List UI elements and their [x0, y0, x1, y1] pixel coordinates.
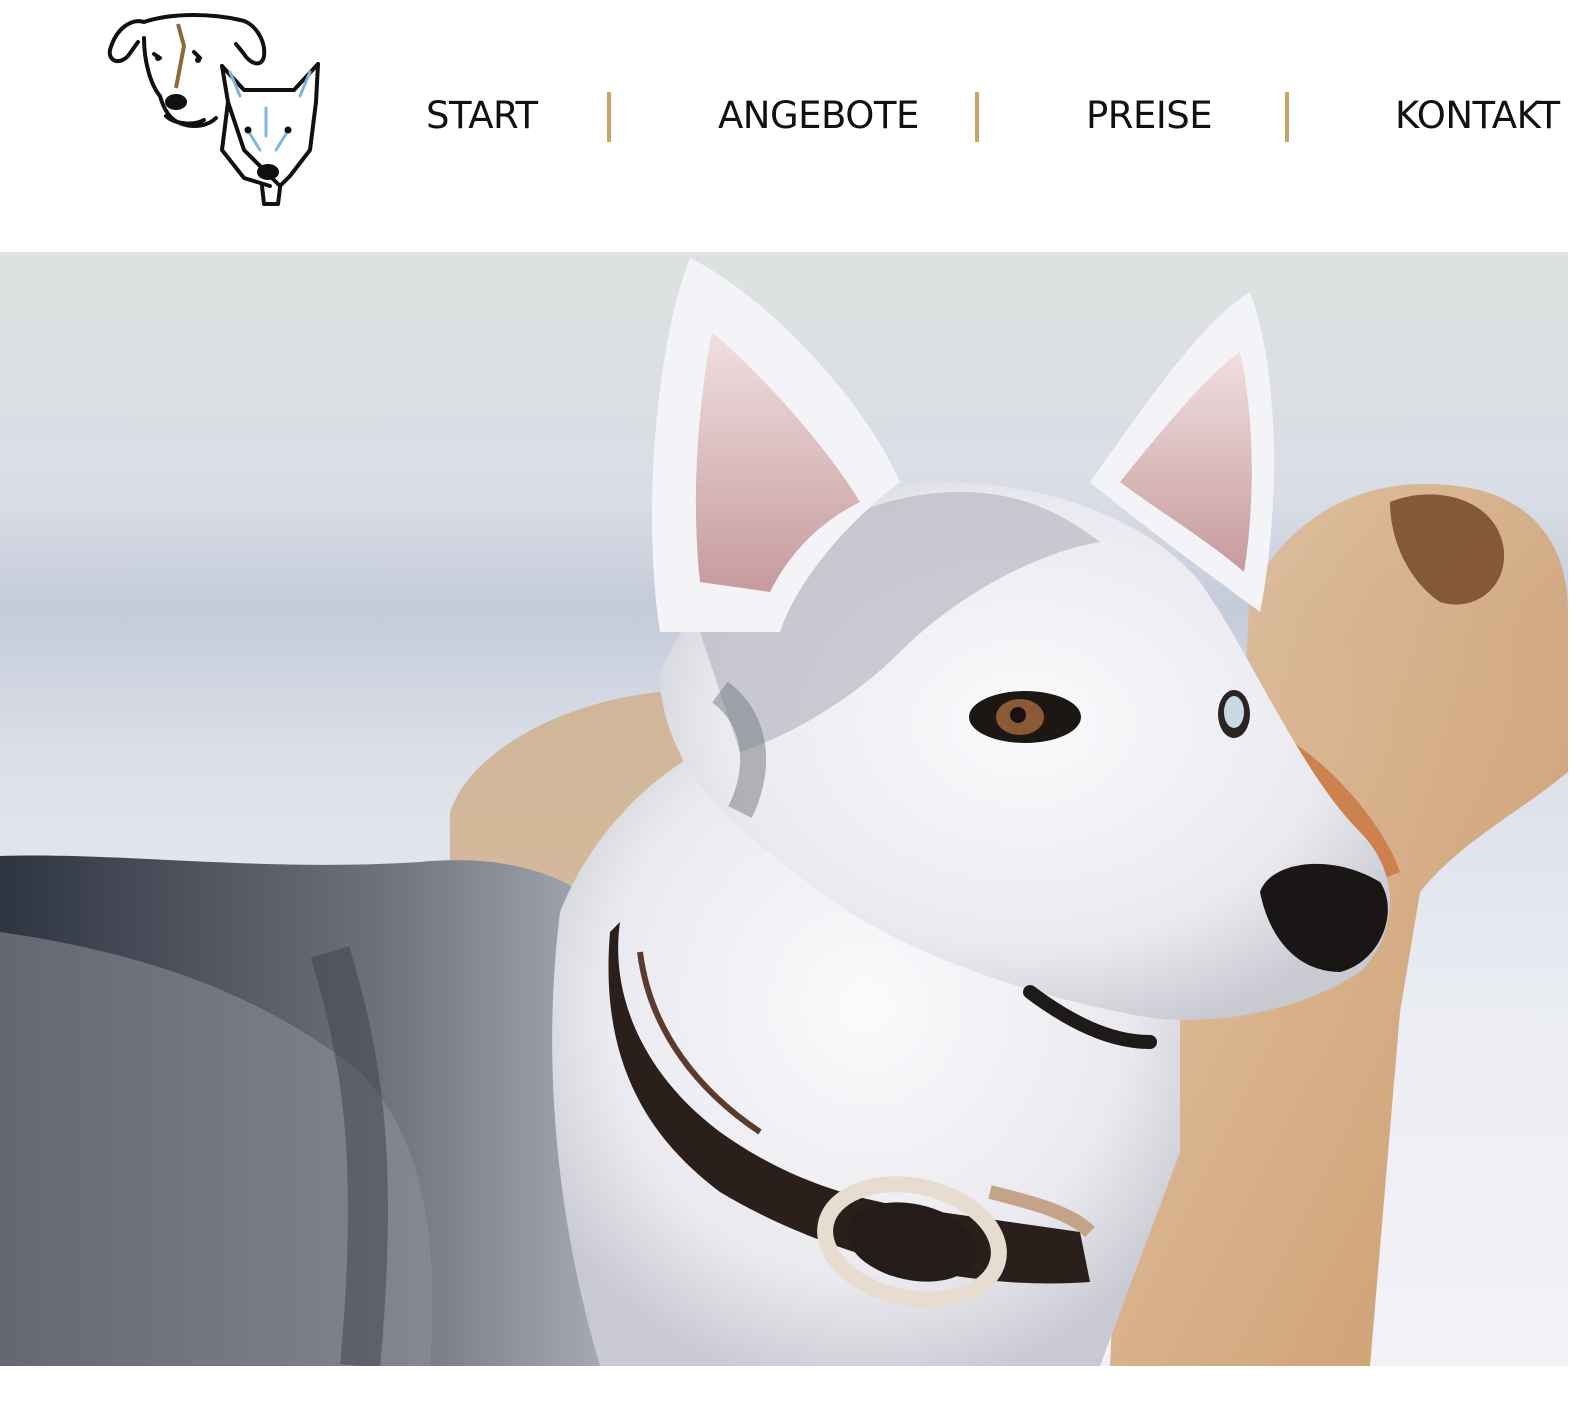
nav-item-angebote[interactable]: ANGEBOTE [718, 88, 919, 144]
nav-separator [607, 92, 611, 142]
nav-separator [1285, 92, 1289, 142]
site-header: START ANGEBOTE PREISE KONTAKT [0, 0, 1574, 252]
nav-item-start[interactable]: START [426, 88, 538, 144]
hero-image [0, 252, 1568, 1366]
husky-photo-icon [0, 252, 1568, 1366]
nav-item-kontakt[interactable]: KONTAKT [1395, 88, 1560, 144]
nav-separator [975, 92, 979, 142]
nav-item-preise[interactable]: PREISE [1086, 88, 1213, 144]
main-nav: START ANGEBOTE PREISE KONTAKT [0, 0, 1574, 252]
